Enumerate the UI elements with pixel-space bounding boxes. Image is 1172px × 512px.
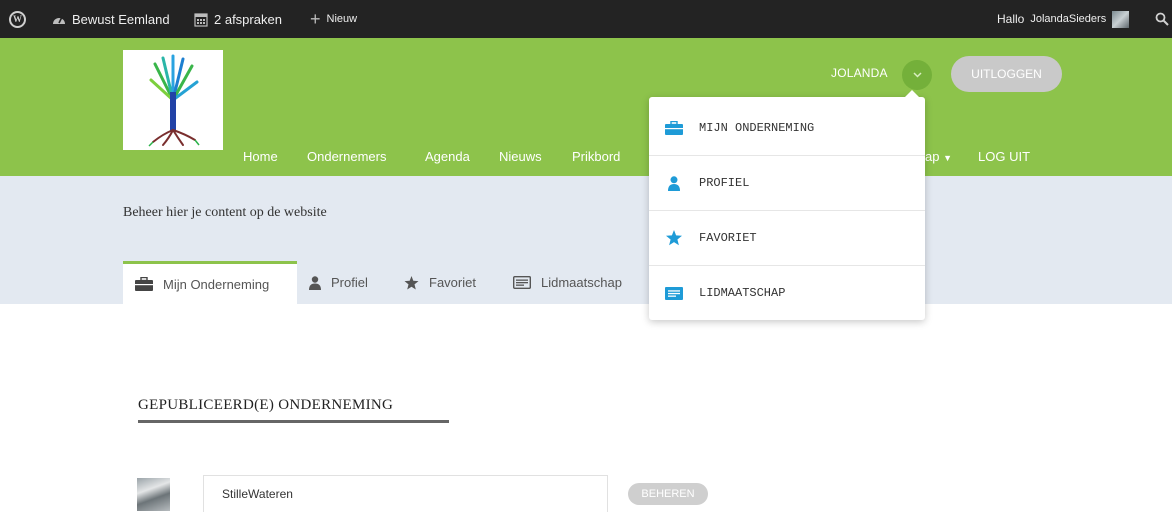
nav-home[interactable]: Home — [243, 149, 278, 167]
logout-button[interactable]: UITLOGGEN — [951, 56, 1062, 92]
tab-mijn-onderneming[interactable]: Mijn Onderneming — [123, 261, 297, 304]
user-name[interactable]: JOLANDA — [831, 66, 888, 80]
intro-text: Beheer hier je content op de website — [123, 205, 327, 220]
dashboard-icon — [53, 16, 65, 24]
star-icon — [404, 275, 419, 289]
new-label: Nieuw — [326, 13, 358, 25]
greeting-text: Hallo — [997, 12, 1025, 26]
business-thumbnail — [137, 478, 170, 511]
user-dropdown-menu: MIJN ONDERNEMING PROFIEL FAVORIET LIDMAA… — [649, 90, 925, 320]
user-greeting-link[interactable]: Hallo JolandaSieders — [997, 0, 1130, 38]
tab-label: Mijn Onderneming — [163, 276, 270, 292]
section-underline — [138, 420, 449, 423]
admin-bar: W Bewust Eemland 2 afspraken + Nieuw Hal… — [0, 0, 1172, 38]
tree-logo-icon — [148, 54, 200, 147]
site-name: Bewust Eemland — [72, 11, 170, 27]
card-icon — [513, 276, 531, 289]
search-icon — [1155, 12, 1169, 26]
dropdown-item-lidmaatschap[interactable]: LIDMAATSCHAP — [649, 265, 925, 320]
dropdown-item-label: LIDMAATSCHAP — [699, 286, 786, 300]
nav-prikbord[interactable]: Prikbord — [572, 149, 620, 167]
site-name-link[interactable]: Bewust Eemland — [52, 0, 170, 38]
admin-username: JolandaSieders — [1030, 13, 1107, 25]
nav-nieuws[interactable]: Nieuws — [499, 149, 542, 167]
dropdown-item-mijn-onderneming[interactable]: MIJN ONDERNEMING — [649, 100, 925, 155]
dropdown-item-favoriet[interactable]: FAVORIET — [649, 210, 925, 265]
wp-logo-item[interactable]: W — [9, 0, 26, 38]
tab-label: Favoriet — [429, 275, 476, 290]
admin-search-button[interactable] — [1155, 0, 1169, 38]
briefcase-icon — [665, 120, 683, 135]
dropdown-item-label: PROFIEL — [699, 176, 750, 190]
nav-partial-item[interactable]: ap ▼ — [925, 149, 952, 167]
nav-partial-label: ap — [925, 149, 940, 164]
nav-ondernemers[interactable]: Ondernemers — [307, 149, 386, 167]
chevron-down-icon — [912, 72, 922, 78]
dashboard-band: Beheer hier je content op de website Mij… — [0, 176, 1172, 304]
star-icon — [666, 230, 682, 246]
dropdown-item-label: MIJN ONDERNEMING — [699, 120, 815, 135]
new-link[interactable]: + Nieuw — [310, 0, 357, 38]
site-logo[interactable] — [123, 50, 223, 150]
tab-label: Lidmaatschap — [541, 275, 622, 290]
business-name-field: StilleWateren — [203, 475, 608, 512]
manage-business-button[interactable]: BEHEREN — [628, 483, 708, 505]
appointments-count: 2 afspraken — [214, 11, 282, 27]
briefcase-icon — [135, 277, 153, 291]
tab-lidmaatschap[interactable]: Lidmaatschap — [513, 261, 622, 304]
plus-icon: + — [310, 9, 321, 29]
wordpress-icon: W — [9, 10, 26, 28]
dropdown-item-label: FAVORIET — [699, 231, 757, 245]
caret-down-icon: ▼ — [943, 153, 953, 163]
tab-favoriet[interactable]: Favoriet — [404, 261, 476, 304]
user-icon — [668, 175, 680, 191]
nav-agenda[interactable]: Agenda — [425, 149, 470, 167]
nav-log-uit[interactable]: LOG UIT — [978, 149, 1030, 167]
tab-label: Profiel — [331, 275, 368, 290]
appointments-link[interactable]: 2 afspraken — [194, 0, 282, 38]
calendar-icon — [194, 12, 208, 27]
user-icon — [309, 275, 321, 290]
tab-profiel[interactable]: Profiel — [309, 261, 368, 304]
section-title: GEPUBLICEERD(E) ONDERNEMING — [138, 397, 394, 413]
card-icon — [665, 286, 683, 300]
admin-avatar — [1112, 10, 1130, 28]
site-header: Home Ondernemers Agenda Nieuws Prikbord … — [0, 38, 1172, 176]
dropdown-item-profiel[interactable]: PROFIEL — [649, 155, 925, 210]
user-menu-toggle[interactable] — [902, 60, 932, 90]
